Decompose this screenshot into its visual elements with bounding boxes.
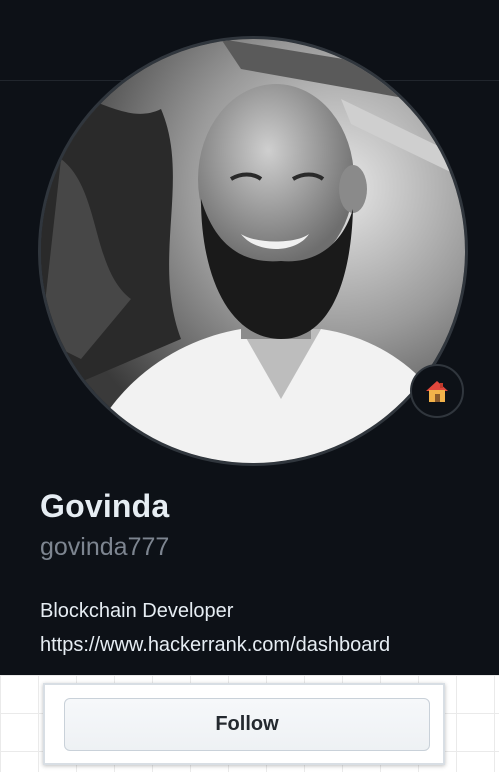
status-badge[interactable] [410,364,464,418]
profile-username: govinda777 [40,533,170,561]
profile-bio: Blockchain Developer https://www.hackerr… [40,594,390,662]
house-icon [426,381,448,402]
profile-name: Govinda [40,488,170,524]
follow-button[interactable]: Follow [64,698,430,751]
bio-link[interactable]: https://www.hackerrank.com/dashboard [40,628,390,662]
bio-title: Blockchain Developer [40,600,234,622]
avatar[interactable] [38,36,468,466]
avatar-photo [41,39,465,463]
